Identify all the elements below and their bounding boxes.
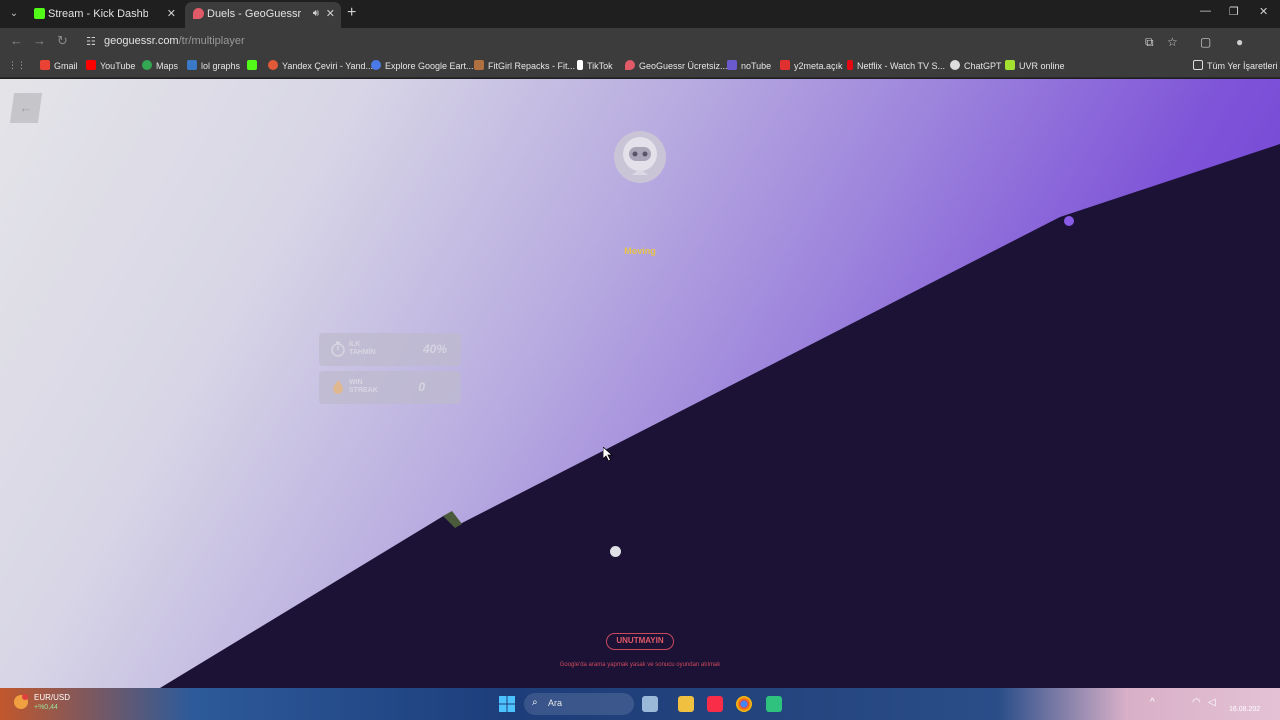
reminder-text: Google'da arama yapmak yasak ve sonucu o… <box>559 662 721 668</box>
music-app-icon[interactable] <box>707 696 723 712</box>
netflix-icon <box>847 60 853 70</box>
earth-icon <box>371 60 381 70</box>
notube-icon <box>727 60 737 70</box>
youtube-icon <box>86 60 96 70</box>
site-info-icon[interactable]: ☷ <box>86 35 96 48</box>
new-tab-button[interactable]: + <box>347 4 356 22</box>
geoguessr-page: ← Moving İLK TAHMİN 40% WIN STREAK 0 UNUTM… <box>0 79 1280 688</box>
geoguessr-icon <box>193 8 204 19</box>
bookmark-maps[interactable]: Maps <box>142 60 178 71</box>
close-window-icon[interactable]: ✕ <box>1259 5 1268 18</box>
currency-change: +%0,44 <box>34 704 58 711</box>
install-app-icon[interactable]: ⧉ <box>1145 35 1154 50</box>
search-label: Ara <box>548 698 563 708</box>
taskbar-app-icon[interactable] <box>642 696 658 712</box>
tab-label: Duels - GeoGuessr <box>207 8 302 20</box>
maps-icon <box>142 60 152 70</box>
address-bar[interactable]: ☷ geoguessr.com/tr/multiplayer <box>80 31 1160 53</box>
bookmark-uvr-online[interactable]: UVR online <box>1005 60 1065 71</box>
taskbar-search[interactable]: ⌕ Ara <box>524 693 634 715</box>
loading-dot <box>610 546 621 557</box>
tiktok-icon <box>577 60 583 70</box>
lolgraphs-icon <box>187 60 197 70</box>
tab-label: Stream - Kick Dashboard <box>48 8 148 20</box>
close-tab-icon[interactable]: ✕ <box>326 2 335 26</box>
widgets-icon[interactable] <box>12 693 30 711</box>
bookmark-y2meta[interactable]: y2meta.açık <box>780 60 843 71</box>
stat-value: 0 <box>418 380 425 394</box>
tab-search-chevron-icon[interactable]: ⌄ <box>6 6 22 22</box>
stat-first-guess: İLK TAHMİN 40% <box>319 333 461 366</box>
search-icon: ⌕ <box>532 697 538 708</box>
kick-icon <box>247 60 257 70</box>
url-text[interactable]: geoguessr.com/tr/multiplayer <box>104 35 245 47</box>
all-bookmarks[interactable]: Tüm Yer İşaretleri <box>1193 60 1278 71</box>
bookmark-yandex[interactable]: Yandex Çeviri - Yand... <box>268 60 373 71</box>
stat-value: 40% <box>422 342 447 356</box>
reminder-badge: UNUTMAYIN <box>606 633 674 650</box>
bookmark-google-earth[interactable]: Explore Google Eart... <box>371 60 474 71</box>
bookmark-notube[interactable]: noTube <box>727 60 771 71</box>
bookmark-lol-graphs[interactable]: lol graphs <box>187 60 240 71</box>
bookmark-netflix[interactable]: Netflix - Watch TV S... <box>847 60 945 71</box>
bookmark-geoguessr[interactable]: GeoGuessr Ücretsiz... <box>625 60 728 71</box>
bookmark-gmail[interactable]: Gmail <box>40 60 78 71</box>
geoguessr-icon <box>625 60 635 70</box>
apps-grid-icon[interactable]: ⋮⋮ <box>8 60 26 71</box>
taskbar-app-green-icon[interactable] <box>766 696 782 712</box>
file-explorer-icon[interactable] <box>678 696 694 712</box>
speaker-icon[interactable]: 🔊︎ <box>313 2 319 26</box>
currency-pair[interactable]: EUR/USD <box>34 693 70 702</box>
volume-icon[interactable]: ◁ <box>1208 697 1216 708</box>
mouse-cursor-icon <box>603 447 613 461</box>
forward-icon[interactable]: → <box>33 33 46 48</box>
profile-avatar-icon[interactable]: ● <box>1236 35 1243 49</box>
stopwatch-icon <box>331 341 345 357</box>
taskbar-date[interactable]: 16.08.202 <box>1229 706 1260 713</box>
reload-icon[interactable]: ↻ <box>57 33 68 49</box>
stat-win-streak: WIN STREAK 0 <box>319 371 461 404</box>
game-status-text: Moving <box>624 246 656 256</box>
tab-strip: ⌄ Stream - Kick Dashboard ✕ Duels - GeoG… <box>0 0 1280 28</box>
bookmark-kick[interactable] <box>247 60 261 71</box>
yandex-icon <box>268 60 278 70</box>
chrome-icon[interactable] <box>736 696 752 712</box>
stat-label: WIN STREAK <box>349 379 378 394</box>
tab-geoguessr-duels[interactable]: Duels - GeoGuessr 🔊︎ ✕ <box>185 2 341 28</box>
bookmark-tiktok[interactable]: TikTok <box>577 60 613 71</box>
tab-kick-dashboard[interactable]: Stream - Kick Dashboard ✕ <box>26 2 182 28</box>
bookmark-chatgpt[interactable]: ChatGPT <box>950 60 1002 71</box>
tray-overflow-icon[interactable]: ^ <box>1150 697 1155 708</box>
windows-start-icon[interactable] <box>499 696 515 712</box>
close-tab-icon[interactable]: ✕ <box>167 2 176 26</box>
gmail-icon <box>40 60 50 70</box>
chatgpt-icon <box>950 60 960 70</box>
browser-toolbar: ← → ↻ ☷ geoguessr.com/tr/multiplayer ⧉ ☆… <box>0 28 1280 56</box>
bookmark-youtube[interactable]: YouTube <box>86 60 135 71</box>
back-button[interactable]: ← <box>9 93 43 123</box>
back-icon[interactable]: ← <box>10 33 23 48</box>
minimize-icon[interactable]: — <box>1200 5 1211 17</box>
folder-icon <box>1193 60 1203 70</box>
stat-label: İLK TAHMİN <box>349 341 376 356</box>
flame-icon <box>333 380 343 394</box>
windows-taskbar: EUR/USD +%0,44 ⌕ Ara ^ ◠ ◁ 16.08.202 <box>0 688 1280 720</box>
maximize-icon[interactable]: ❐ <box>1229 5 1239 18</box>
extensions-icon[interactable]: ▢ <box>1200 35 1211 49</box>
bookmarks-bar: ⋮⋮ Gmail YouTube Maps lol graphs Yandex … <box>0 56 1280 78</box>
bookmark-fitgirl[interactable]: FitGirl Repacks - Fit... <box>474 60 575 71</box>
kick-icon <box>34 8 45 19</box>
bookmark-star-icon[interactable]: ☆ <box>1167 35 1178 49</box>
fitgirl-icon <box>474 60 484 70</box>
player-avatar-icon <box>614 131 666 183</box>
y2meta-icon <box>780 60 790 70</box>
wifi-icon[interactable]: ◠ <box>1192 697 1201 708</box>
uvr-icon <box>1005 60 1015 70</box>
